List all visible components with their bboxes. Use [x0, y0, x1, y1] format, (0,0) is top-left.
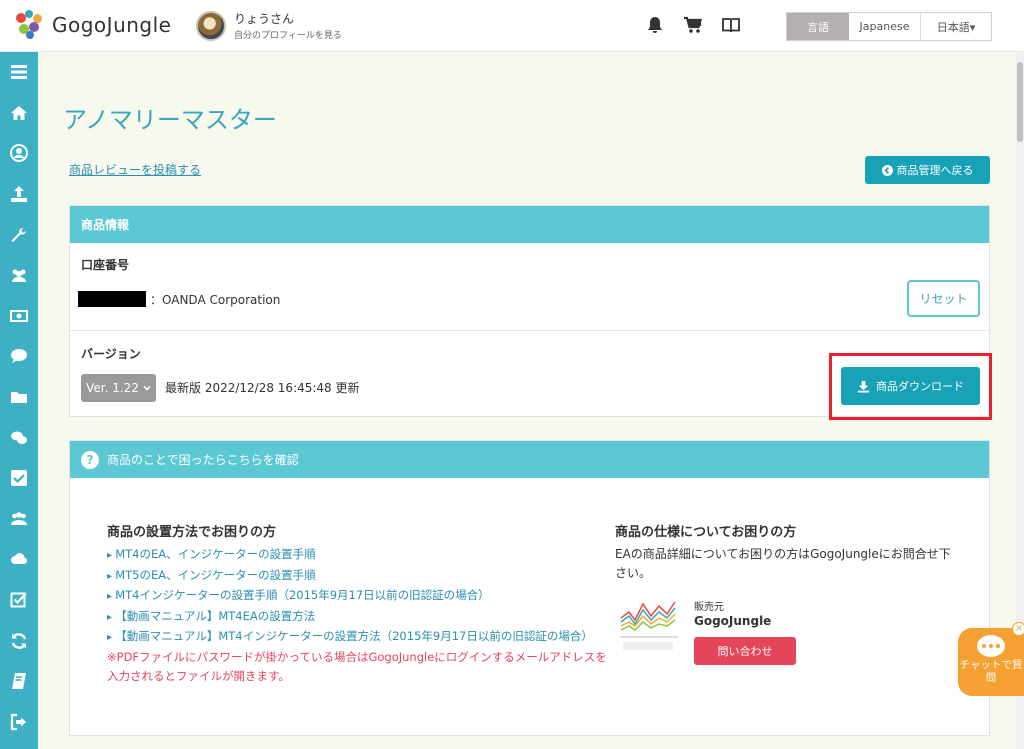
money-icon	[10, 309, 28, 322]
language-switcher: 言語 Japanese 日本語▾	[786, 12, 992, 41]
bell-icon[interactable]	[645, 15, 665, 35]
profile-link[interactable]: りょうさん 自分のプロフィールを見る	[196, 10, 342, 41]
seller-label: 販売元	[694, 602, 724, 613]
users-icon	[12, 269, 26, 283]
site-logo[interactable]: GogoJungle	[14, 10, 171, 40]
setup-link[interactable]: MT4インジケーターの設置手順（2015年9月17日以前の旧認証の場合）	[107, 586, 612, 607]
refresh-icon	[11, 632, 27, 649]
chevron-left-circle-icon	[881, 164, 893, 176]
help-heading-label: 商品のことで困ったらこちらを確認	[107, 453, 299, 467]
chat-bubble-icon	[977, 635, 1005, 657]
seller-logo	[620, 601, 678, 650]
spec-description: EAの商品詳細についてお困りの方はGogoJungleにお問合せ下さい。	[615, 547, 951, 580]
profile-sub: 自分のプロフィールを見る	[234, 31, 342, 41]
notebook-icon	[12, 673, 26, 690]
product-info-panel: 商品情報 口座番号 ：OANDA Corporation リセット バージョン …	[69, 205, 992, 420]
sidebar-item-money[interactable]	[0, 296, 38, 337]
folder-icon	[11, 392, 27, 404]
comment-icon	[11, 349, 27, 364]
seller-name: GogoJungle	[694, 614, 772, 628]
contact-button[interactable]: 問い合わせ	[694, 637, 796, 665]
sidebar-item-tasks[interactable]	[0, 458, 38, 499]
user-icon	[10, 144, 28, 163]
scrollbar-thumb[interactable]	[1017, 62, 1023, 142]
reset-button[interactable]: リセット	[907, 280, 980, 317]
chevron-down-icon	[143, 385, 151, 391]
version-info: 最新版 2022/12/28 16:45:48 更新	[165, 381, 360, 395]
sidebar-item-tools[interactable]	[0, 214, 38, 255]
language-select[interactable]: 日本語▾	[921, 13, 991, 40]
sidebar-item-checklist[interactable]	[0, 580, 38, 621]
language-current: Japanese	[849, 13, 921, 40]
sidebar-menu-toggle[interactable]	[0, 52, 38, 93]
sidebar-item-refresh[interactable]	[0, 620, 38, 661]
sidebar-item-users[interactable]	[0, 255, 38, 296]
account-number-label: 口座番号	[81, 258, 130, 272]
spec-title: 商品の仕様についてお困りの方	[615, 525, 797, 540]
setup-title: 商品の設置方法でお困りの方	[107, 525, 277, 540]
chat-label: チャットで質問	[959, 659, 1023, 684]
question-icon: ?	[81, 450, 99, 469]
setup-link[interactable]: MT5のEA、インジケーターの設置手順	[107, 566, 612, 587]
cart-icon[interactable]	[683, 15, 703, 35]
book-icon[interactable]	[721, 15, 741, 35]
logout-icon	[10, 713, 26, 730]
download-icon	[857, 380, 870, 393]
post-review-link[interactable]: 商品レビューを投稿する	[69, 161, 201, 178]
comments-icon	[11, 431, 27, 444]
group-icon	[11, 512, 27, 525]
sidebar-item-cloud[interactable]	[0, 539, 38, 580]
divider	[70, 330, 991, 331]
setup-links: MT4のEA、インジケーターの設置手順 MT5のEA、インジケーターの設置手順 …	[107, 545, 612, 687]
avatar	[196, 10, 226, 41]
logo-text: GogoJungle	[52, 13, 172, 37]
download-button-label: 商品ダウンロード	[876, 380, 964, 393]
help-panel: ? 商品のことで困ったらこちらを確認 商品の設置方法でお困りの方 MT4のEA、…	[69, 440, 990, 736]
account-broker: ：OANDA Corporation	[150, 293, 281, 307]
profile-name: りょうさん	[234, 12, 295, 26]
close-icon[interactable]: ×	[1012, 622, 1024, 636]
version-select-value: Ver. 1.22	[86, 381, 139, 395]
setup-link[interactable]: MT4のEA、インジケーターの設置手順	[107, 545, 612, 566]
help-heading: ? 商品のことで困ったらこちらを確認	[70, 441, 989, 478]
sidebar-item-messages[interactable]	[0, 336, 38, 377]
back-to-products-button[interactable]: 商品管理へ戻る	[865, 156, 990, 184]
version-select[interactable]: Ver. 1.22	[81, 374, 156, 402]
sidebar-item-folder[interactable]	[0, 377, 38, 418]
sidebar-item-notebook[interactable]	[0, 661, 38, 702]
upload-icon	[11, 186, 27, 203]
setup-link[interactable]: 【動画マニュアル】MT4インジケーターの設置方法（2015年9月17日以前の旧認…	[107, 627, 612, 648]
redacted-account-number	[78, 291, 146, 307]
version-label: バージョン	[81, 347, 141, 361]
back-button-label: 商品管理へ戻る	[896, 164, 974, 177]
pdf-password-warning: ※PDFファイルにパスワードが掛かっている場合はGogoJungleにログインす…	[107, 649, 607, 684]
setup-link[interactable]: 【動画マニュアル】MT4EAの設置方法	[107, 607, 612, 628]
wrench-icon	[11, 227, 27, 242]
page-title: アノマリーマスター	[63, 106, 277, 134]
sidebar-item-logout[interactable]	[0, 702, 38, 743]
sidebar-item-profile[interactable]	[0, 133, 38, 174]
home-icon	[11, 105, 27, 120]
download-button[interactable]: 商品ダウンロード	[841, 367, 980, 405]
check-icon	[11, 470, 27, 487]
sidebar-item-upload[interactable]	[0, 174, 38, 215]
top-header: GogoJungle りょうさん 自分のプロフィールを見る 言語 Japanes…	[0, 0, 1024, 52]
logo-icon	[14, 10, 44, 40]
sidebar-item-home[interactable]	[0, 93, 38, 134]
sidebar	[0, 52, 38, 749]
checkbox-icon	[10, 592, 27, 608]
product-info-heading: 商品情報	[70, 206, 989, 243]
language-label: 言語	[787, 13, 849, 40]
menu-icon	[11, 65, 27, 80]
chat-widget[interactable]: チャットで質問	[958, 628, 1024, 696]
cloud-icon	[11, 553, 28, 565]
sidebar-item-comments[interactable]	[0, 417, 38, 458]
sidebar-item-group[interactable]	[0, 499, 38, 540]
